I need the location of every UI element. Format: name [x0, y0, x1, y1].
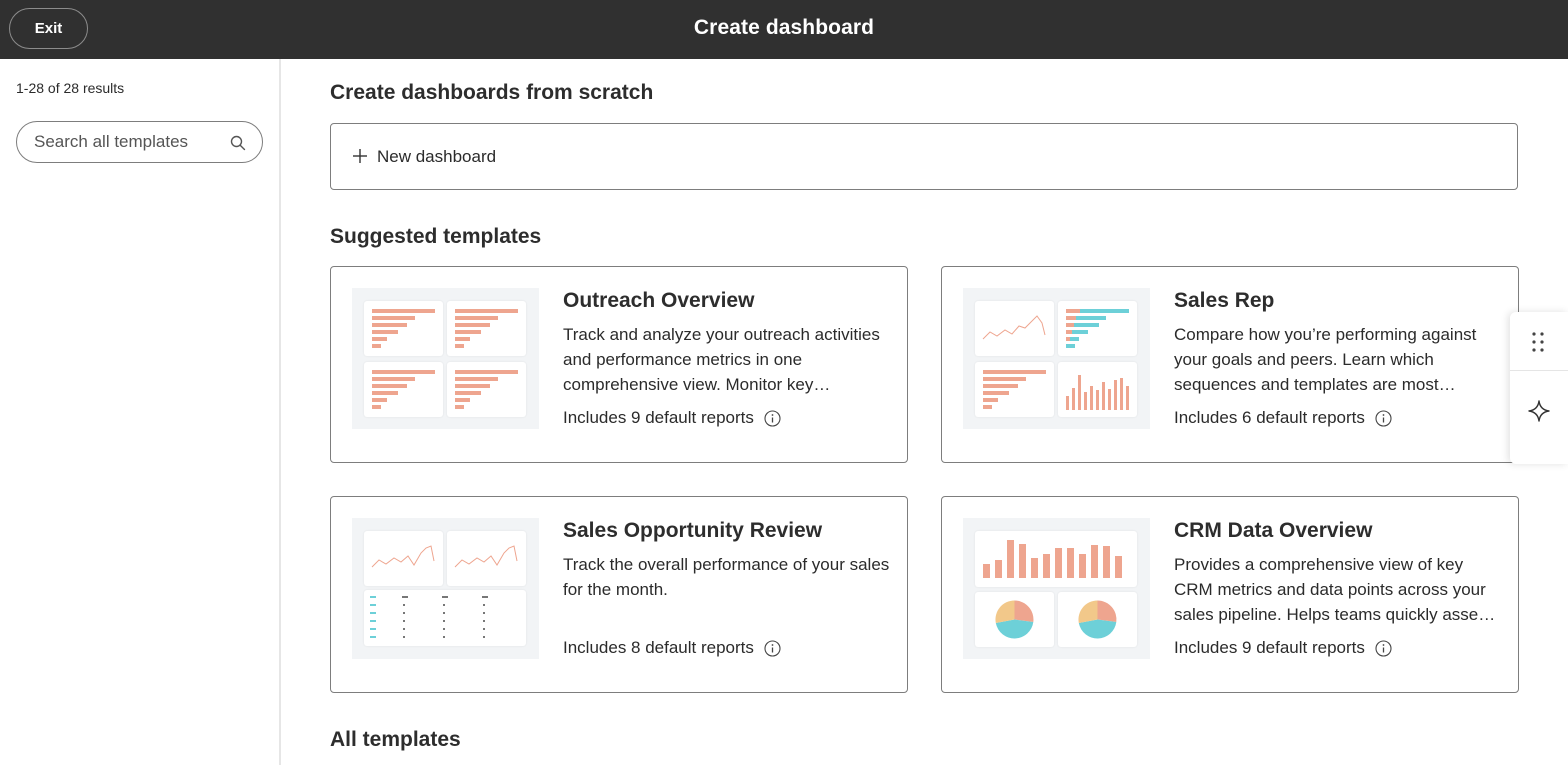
card-description: Track the overall performance of your sa… — [563, 555, 890, 599]
main-content: Create dashboards from scratch New dashb… — [283, 59, 1568, 765]
card-description: Compare how you’re performing against yo… — [1174, 325, 1477, 394]
search-input[interactable] — [34, 131, 224, 153]
template-thumbnail — [963, 288, 1150, 429]
info-icon[interactable] — [1375, 639, 1392, 657]
card-title: Sales Rep — [1174, 289, 1275, 312]
info-icon[interactable] — [1375, 409, 1392, 427]
pie-chart-tile — [975, 592, 1054, 647]
new-dashboard-button[interactable]: New dashboard — [330, 123, 1518, 190]
suggested-heading: Suggested templates — [330, 225, 542, 248]
template-card-sales-opportunity-review[interactable]: Sales Opportunity Review Track the overa… — [330, 496, 908, 693]
template-thumbnail — [963, 518, 1150, 659]
column-chart-tile — [975, 531, 1137, 587]
template-thumbnail — [352, 518, 539, 659]
card-title: CRM Data Overview — [1174, 519, 1373, 542]
sparkle-icon[interactable] — [1527, 399, 1551, 423]
scratch-heading: Create dashboards from scratch — [330, 81, 654, 104]
line-chart-tile — [447, 531, 526, 586]
info-icon[interactable] — [764, 639, 781, 657]
template-card-outreach-overview[interactable]: Outreach Overview Track and analyze your… — [330, 266, 908, 463]
card-description: Provides a comprehensive view of key CRM… — [1174, 555, 1496, 624]
table-tile — [364, 590, 526, 646]
new-dashboard-label: New dashboard — [377, 147, 497, 166]
column-chart-tile — [1058, 362, 1137, 417]
bar-chart-tile — [364, 362, 443, 417]
info-icon[interactable] — [764, 409, 781, 427]
top-bar: Exit Create dashboard — [0, 0, 1568, 59]
pie-chart-tile — [1058, 592, 1137, 647]
page-title: Create dashboard — [693, 16, 875, 39]
grip-icon[interactable] — [1530, 330, 1546, 354]
card-reports: Includes 9 default reports — [563, 408, 781, 428]
all-templates-heading: All templates — [330, 728, 461, 751]
template-thumbnail — [352, 288, 539, 429]
reports-count: Includes 9 default reports — [1174, 638, 1365, 657]
reports-count: Includes 6 default reports — [1174, 408, 1365, 427]
bar-chart-tile — [975, 362, 1054, 417]
card-title: Sales Opportunity Review — [563, 519, 823, 542]
plus-icon — [353, 149, 367, 163]
template-card-crm-data-overview[interactable]: CRM Data Overview Provides a comprehensi… — [941, 496, 1519, 693]
card-reports: Includes 9 default reports — [1174, 638, 1392, 658]
search-box[interactable] — [16, 121, 263, 163]
bar-chart-tile — [447, 301, 526, 356]
sidebar: 1-28 of 28 results — [0, 59, 281, 765]
search-icon[interactable] — [230, 135, 246, 151]
card-reports: Includes 8 default reports — [563, 638, 781, 658]
stacked-bar-tile — [1058, 301, 1137, 356]
panel-divider — [1510, 370, 1568, 371]
line-chart-tile — [975, 301, 1054, 356]
card-reports: Includes 6 default reports — [1174, 408, 1392, 428]
template-card-sales-rep[interactable]: Sales Rep Compare how you’re performing … — [941, 266, 1519, 463]
bar-chart-tile — [447, 362, 526, 417]
card-description: Track and analyze your outreach activiti… — [563, 325, 880, 394]
line-chart-tile — [364, 531, 443, 586]
reports-count: Includes 8 default reports — [563, 638, 754, 657]
results-count: 1-28 of 28 results — [16, 80, 125, 96]
reports-count: Includes 9 default reports — [563, 408, 754, 427]
card-title: Outreach Overview — [563, 289, 755, 312]
bar-chart-tile — [364, 301, 443, 356]
floating-tool-panel — [1510, 312, 1568, 464]
